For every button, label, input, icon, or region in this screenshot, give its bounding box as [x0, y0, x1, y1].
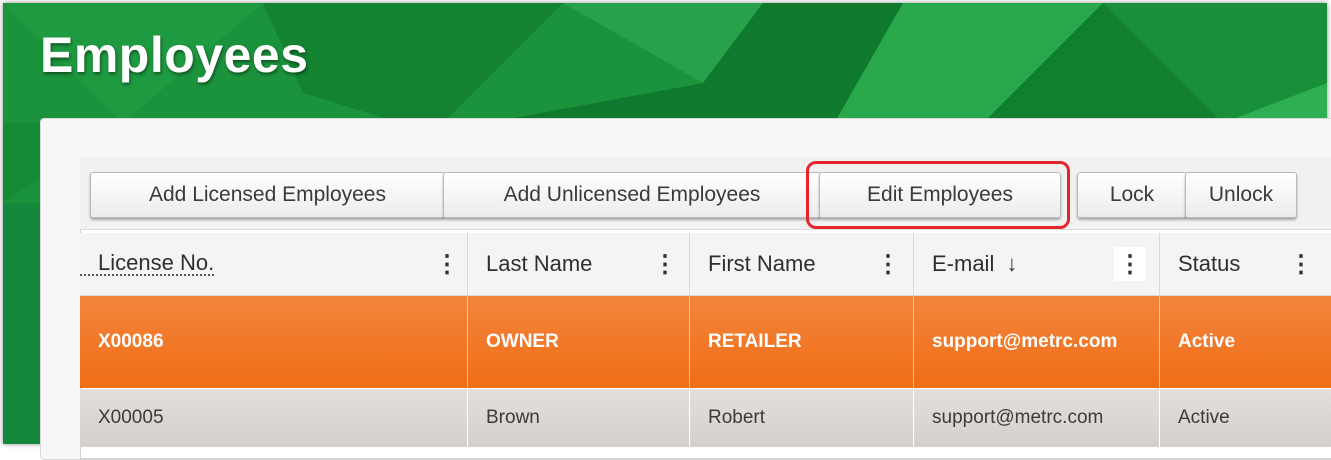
- column-header-email[interactable]: E-mail ↓ ⋮: [914, 233, 1160, 295]
- page-title: Employees: [40, 27, 309, 83]
- table-row[interactable]: X00086 OWNER RETAILER support@metrc.com …: [80, 296, 1331, 388]
- column-menu-icon[interactable]: ⋮: [1289, 247, 1313, 281]
- cell-first-name: Robert: [690, 389, 914, 447]
- unlock-button[interactable]: Unlock: [1185, 172, 1297, 218]
- add-unlicensed-employees-button[interactable]: Add Unlicensed Employees: [443, 172, 821, 218]
- cell-status: Active: [1178, 331, 1236, 352]
- add-licensed-employees-button[interactable]: Add Licensed Employees: [90, 172, 445, 218]
- sort-descending-icon: ↓: [1006, 251, 1018, 276]
- column-menu-icon[interactable]: ⋮: [435, 247, 459, 281]
- column-menu-icon[interactable]: ⋮: [653, 247, 677, 281]
- cell-license-no: X00005: [80, 389, 468, 447]
- column-menu-icon[interactable]: ⋮: [876, 247, 900, 281]
- column-label-status: Status: [1178, 251, 1241, 276]
- cell-first-name: RETAILER: [690, 296, 914, 388]
- lock-button[interactable]: Lock: [1077, 172, 1187, 218]
- column-header-status[interactable]: Status ⋮: [1160, 233, 1326, 295]
- column-label-last-name: Last Name: [486, 251, 593, 276]
- column-header-last-name[interactable]: Last Name ⋮: [468, 233, 690, 295]
- cell-last-name: Brown: [468, 389, 690, 447]
- cell-status: Active: [1178, 407, 1230, 428]
- cell-last-name: OWNER: [468, 296, 690, 388]
- column-header-license-no[interactable]: License No. ⋮: [80, 233, 468, 295]
- edit-employees-button[interactable]: Edit Employees: [819, 172, 1061, 218]
- cell-email: support@metrc.com: [914, 389, 1160, 447]
- column-label-email: E-mail: [932, 251, 995, 276]
- cell-license-no: X00086: [80, 296, 468, 388]
- table-row[interactable]: X00005 Brown Robert support@metrc.com Ac…: [80, 389, 1331, 447]
- cell-email: support@metrc.com: [914, 296, 1160, 388]
- column-label-license-no: License No.: [80, 252, 215, 276]
- column-label-first-name: First Name: [708, 251, 816, 276]
- column-header-first-name[interactable]: First Name ⋮: [690, 233, 914, 295]
- column-menu-icon[interactable]: ⋮: [1114, 247, 1146, 281]
